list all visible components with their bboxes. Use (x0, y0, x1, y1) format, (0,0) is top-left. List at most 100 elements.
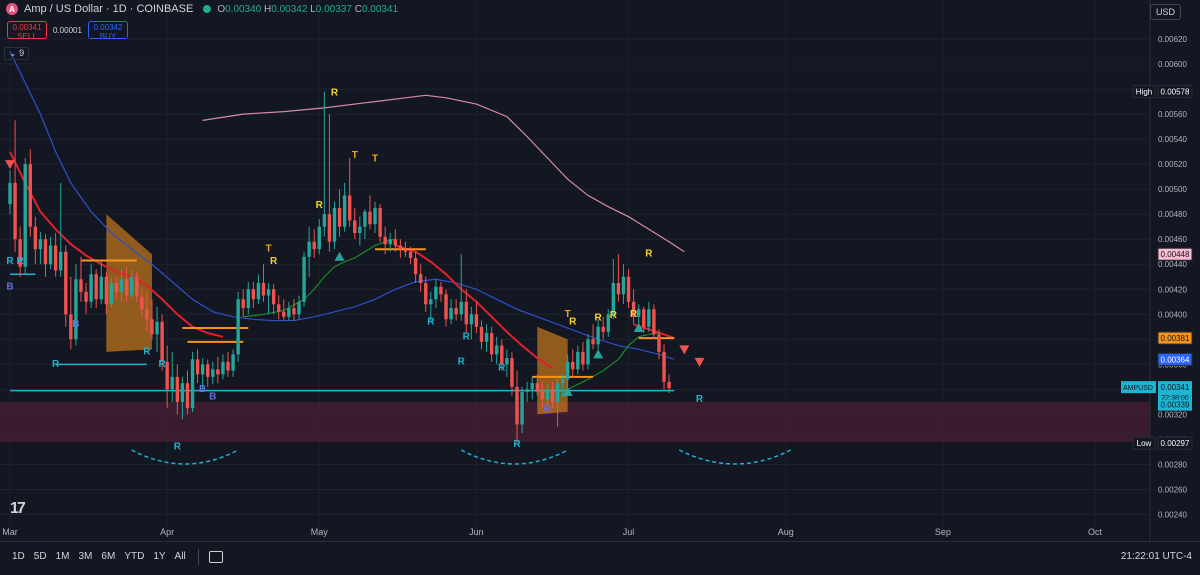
candle-body (124, 279, 129, 296)
go-to-date-icon[interactable] (208, 550, 223, 563)
signal-letter: B (72, 319, 79, 330)
candle-body (566, 361, 570, 380)
timeframe-1m[interactable]: 1M (56, 551, 70, 562)
demand-zone (0, 401, 1150, 442)
signal-letter: R (696, 394, 704, 405)
y-tick-label: 0.00460 (1158, 235, 1187, 244)
y-tick-label: 0.00320 (1158, 410, 1187, 419)
candle-body (500, 345, 504, 365)
candle-body (119, 279, 124, 292)
symbol-title[interactable]: Amp / US Dollar · 1D · COINBASE (24, 3, 193, 15)
close-label: C (354, 3, 362, 15)
candle-body (236, 299, 240, 355)
candle-body (581, 351, 585, 365)
candle-body (211, 369, 215, 377)
signal-letter: R (316, 200, 324, 211)
timeframe-ytd[interactable]: YTD (124, 551, 144, 562)
sell-button[interactable]: 0.00341 SELL (7, 21, 47, 41)
candle-body (489, 333, 494, 355)
signal-letter: R (513, 439, 521, 450)
candle-body (190, 359, 195, 409)
signal-letter: B (209, 391, 216, 402)
candle-body (363, 211, 367, 227)
signal-letter: R (331, 87, 339, 98)
y-tick-label: 0.00600 (1158, 60, 1187, 69)
candle-body (337, 207, 342, 227)
timeframe-1d[interactable]: 1D (12, 551, 25, 562)
signal-letter: R (569, 316, 577, 327)
y-tick-label: 0.00560 (1158, 110, 1187, 119)
price-label-text: 0.00448 (1161, 250, 1190, 259)
timeframe-1y[interactable]: 1Y (153, 551, 165, 562)
signal-letter: R (498, 363, 506, 374)
candle-body (332, 207, 337, 242)
candle-body (342, 195, 347, 227)
y-tick-label: 0.00480 (1158, 210, 1187, 219)
price-label-text: 0.00578 (1161, 88, 1190, 97)
candle-body (302, 256, 306, 302)
candle-body (109, 283, 114, 305)
candle-body (621, 276, 626, 295)
candle-body (616, 283, 621, 295)
buy-label: BUY (99, 32, 117, 41)
candle-body (195, 359, 200, 375)
y-tick-label: 0.00540 (1158, 135, 1187, 144)
candle-body (221, 361, 225, 375)
tradingview-logo-icon[interactable]: 17 (10, 500, 26, 518)
cycle-arc (460, 449, 569, 465)
candle-body (74, 279, 78, 340)
timeframe-3m[interactable]: 3M (79, 551, 93, 562)
close-value: 0.00341 (361, 3, 399, 15)
signal-letter: T (372, 154, 378, 165)
candle-body (23, 164, 27, 267)
clock[interactable]: 21:22:01 UTC-4 (1121, 551, 1192, 562)
x-tick-label: Oct (1088, 527, 1103, 537)
candle-body (636, 309, 641, 317)
candle-body (398, 245, 403, 250)
price-chart[interactable]: R RBBRRRBBRTRRRT TRRRRRBTR R R RRR0.006200.00… (0, 0, 1200, 570)
sell-label: SELL (17, 32, 37, 41)
candle-body (424, 283, 428, 305)
candle-body (586, 339, 590, 365)
candle-body (8, 182, 12, 205)
candle-body (43, 239, 48, 265)
buy-signal-triangle (593, 349, 604, 359)
timeframe-5d[interactable]: 5D (34, 551, 47, 562)
candle-body (388, 239, 392, 245)
price-tag-name-text: Low (1137, 439, 1152, 448)
chevron-down-icon: ⌄ (9, 48, 17, 58)
candle-body (439, 286, 443, 295)
amp-logo-icon: A (6, 3, 18, 15)
price-axis: 0.006200.006000.005800.005600.005400.005… (2, 0, 1193, 541)
candle-body (271, 289, 276, 305)
signal-letter: R (17, 256, 25, 267)
y-tick-label: 0.00620 (1158, 35, 1187, 44)
candle-body (312, 241, 316, 250)
candle-body (652, 309, 656, 335)
candle-body (99, 276, 103, 300)
candle-body (307, 241, 311, 257)
candle-body (170, 376, 174, 390)
cycle-arc (131, 449, 239, 465)
candle-body (459, 301, 463, 315)
candle-body (530, 383, 534, 390)
chart-area[interactable]: R R B B R R R B B R T R R R T T R R R R R B T R R R R R R 0.00620 0.00… (0, 0, 1200, 570)
candle-body (647, 309, 651, 327)
candle-body (403, 249, 408, 252)
timeframe-6m[interactable]: 6M (101, 551, 115, 562)
y-tick-label: 0.00400 (1158, 310, 1187, 319)
indicators-toggle[interactable]: ⌄ 9 (4, 47, 30, 60)
candle-body (129, 276, 134, 296)
candle-body (256, 283, 261, 300)
candle-body (408, 251, 413, 258)
candle-body (216, 369, 220, 375)
candle-body (33, 226, 38, 250)
buy-button[interactable]: 0.00342 BUY (87, 21, 128, 41)
timeframe-all[interactable]: All (175, 551, 186, 562)
currency-selector[interactable]: USD (1149, 4, 1181, 20)
candle-body (429, 299, 433, 305)
price-label-text: 0.00297 (1161, 439, 1190, 448)
candle-body (160, 321, 164, 362)
candle-body (393, 239, 398, 246)
x-tick-label: Jun (469, 527, 484, 537)
